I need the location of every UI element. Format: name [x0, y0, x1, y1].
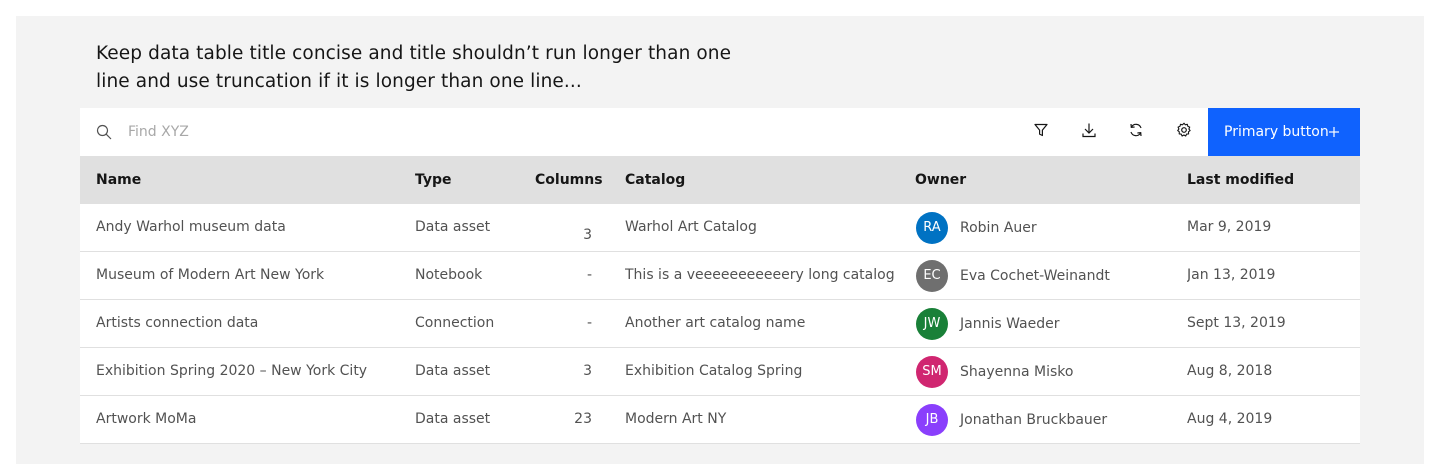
avatar: RA [916, 212, 948, 244]
settings-icon [1176, 122, 1192, 142]
cell-owner: Jannis Waeder [960, 316, 1060, 332]
refresh-button[interactable] [1112, 108, 1160, 156]
cell-catalog: Another art catalog name [625, 315, 806, 331]
header-columns[interactable]: Columns [535, 156, 603, 204]
header-owner[interactable]: Owner [915, 156, 966, 204]
table-header: Name Type Columns Catalog Owner Last mod… [80, 156, 1360, 204]
header-name[interactable]: Name [96, 156, 141, 204]
settings-button[interactable] [1160, 108, 1208, 156]
cell-name: Andy Warhol museum data [96, 219, 286, 235]
cell-catalog: This is a veeeeeeeeeeery long catalog n.… [625, 267, 895, 283]
page-title: Keep data table title concise and title … [96, 43, 732, 92]
cell-name: Exhibition Spring 2020 – New York City [96, 363, 368, 379]
cell-type: Data asset [415, 363, 491, 379]
table-row[interactable]: Artwork MoMa Data asset 23 Modern Art NY… [80, 396, 1360, 444]
primary-button[interactable]: Primary button [1208, 108, 1360, 156]
avatar: JW [916, 308, 948, 340]
cell-catalog: Modern Art NY [625, 411, 727, 427]
cell-last-modified: Sept 13, 2019 [1187, 315, 1286, 331]
content-canvas: Keep data table title concise and title … [16, 16, 1424, 464]
table-toolbar: Primary button [80, 108, 1360, 156]
cell-last-modified: Jan 13, 2019 [1187, 267, 1276, 283]
table-row[interactable]: Museum of Modern Art New York Notebook -… [80, 252, 1360, 300]
cell-owner: Eva Cochet-Weinandt [960, 268, 1110, 284]
header-type[interactable]: Type [415, 156, 452, 204]
avatar: EC [916, 260, 948, 292]
cell-type: Data asset [415, 219, 491, 235]
cell-owner: Robin Auer [960, 220, 1037, 236]
cell-catalog: Warhol Art Catalog [625, 219, 757, 235]
search-input[interactable] [120, 108, 736, 156]
cell-last-modified: Aug 8, 2018 [1187, 363, 1273, 379]
header-last-modified[interactable]: Last modified [1187, 156, 1294, 204]
avatar: JB [916, 404, 948, 436]
cell-owner: Jonathan Bruckbauer [960, 412, 1108, 428]
cell-columns: - [586, 267, 592, 283]
cell-name: Museum of Modern Art New York [96, 267, 325, 283]
add-icon [1326, 124, 1342, 144]
cell-columns: 3 [583, 363, 592, 379]
table-row[interactable]: Exhibition Spring 2020 – New York City D… [80, 348, 1360, 396]
cell-catalog: Exhibition Catalog Spring [625, 363, 803, 379]
cell-type: Data asset [415, 411, 491, 427]
download-button[interactable] [1065, 108, 1113, 156]
cell-columns: - [586, 315, 592, 331]
cell-owner: Shayenna Misko [960, 364, 1074, 380]
download-icon [1081, 122, 1097, 142]
cell-type: Notebook [415, 267, 483, 283]
cell-columns: 23 [574, 411, 592, 427]
filter-button[interactable] [1017, 108, 1065, 156]
refresh-icon [1128, 122, 1144, 142]
primary-button-label: Primary button [1224, 124, 1329, 140]
table-row[interactable]: Artists connection data Connection - Ano… [80, 300, 1360, 348]
cell-name: Artwork MoMa [96, 411, 197, 427]
cell-name: Artists connection data [96, 315, 259, 331]
search-icon [96, 124, 112, 140]
table-row[interactable]: Andy Warhol museum data Data asset 3 War… [80, 204, 1360, 252]
cell-last-modified: Mar 9, 2019 [1187, 219, 1272, 235]
cell-type: Connection [415, 315, 495, 331]
header-catalog[interactable]: Catalog [625, 156, 685, 204]
avatar: SM [916, 356, 948, 388]
cell-last-modified: Aug 4, 2019 [1187, 411, 1273, 427]
data-table: Primary button Name Type Columns Catalog… [80, 108, 1360, 444]
filter-icon [1033, 122, 1049, 142]
